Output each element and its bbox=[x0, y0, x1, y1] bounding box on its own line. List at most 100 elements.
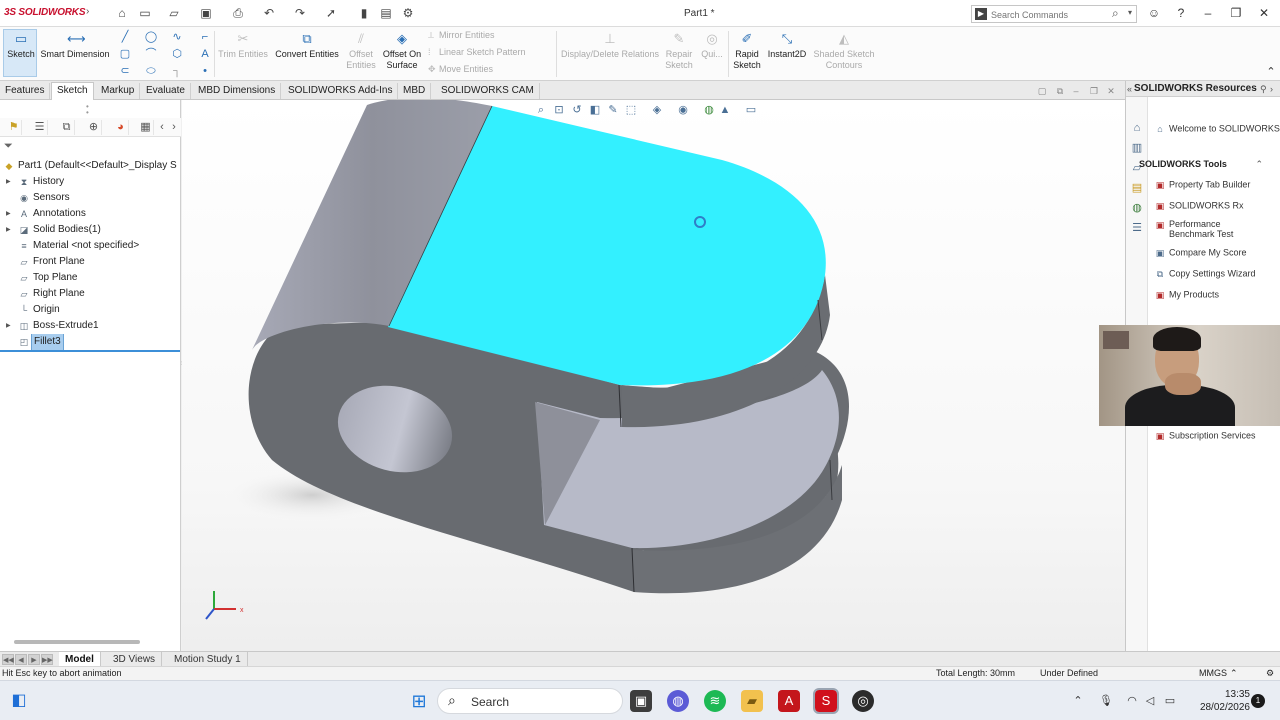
centerline-icon[interactable]: ┐ bbox=[170, 64, 184, 78]
expand-arrow-icon[interactable]: ▶ bbox=[6, 222, 12, 238]
chevron-up-icon[interactable]: ⌃ bbox=[1255, 159, 1263, 170]
print-icon[interactable]: ⎙ bbox=[230, 5, 246, 21]
solidworks-taskbar-icon[interactable]: S bbox=[813, 688, 839, 714]
collapse-left-icon[interactable]: « bbox=[1127, 81, 1137, 96]
tab-3d-views[interactable]: 3D Views bbox=[107, 652, 163, 667]
rapid-sketch-button[interactable]: ✐ Rapid Sketch bbox=[730, 31, 764, 71]
rectangle-icon[interactable]: ▢ bbox=[118, 47, 132, 61]
feature-manager-tab-icon[interactable]: ⚑ bbox=[6, 120, 22, 135]
pin-icon[interactable]: ⚲ bbox=[1260, 81, 1270, 96]
spline-icon[interactable]: ∿ bbox=[170, 30, 184, 44]
display-manager-tab-icon[interactable]: ◕ bbox=[113, 120, 129, 135]
resources-home-icon[interactable]: ⌂ bbox=[1130, 121, 1144, 135]
point-icon[interactable]: • bbox=[198, 64, 212, 78]
rebuild-icon[interactable]: ▮ bbox=[356, 5, 372, 21]
select-icon[interactable]: ➚ bbox=[323, 5, 339, 21]
tree-item-solid-bodies[interactable]: ▶ ◪ Solid Bodies(1) bbox=[0, 222, 181, 238]
vp-minimize-icon[interactable]: – bbox=[1070, 85, 1082, 97]
file-properties-icon[interactable]: ▤ bbox=[378, 5, 394, 21]
widgets-icon[interactable]: ◧ bbox=[8, 690, 30, 712]
acrobat-icon[interactable]: A bbox=[778, 690, 800, 712]
appearances-icon[interactable]: ◍ bbox=[1130, 201, 1144, 215]
instant2d-button[interactable]: ⤡ Instant2D bbox=[764, 31, 810, 60]
tree-item-annotations[interactable]: ▶ A Annotations bbox=[0, 206, 181, 222]
user-account-icon[interactable]: ☺ bbox=[1144, 4, 1164, 22]
spotify-icon[interactable]: ≋ bbox=[704, 690, 726, 712]
vp-restore-icon[interactable]: ❐ bbox=[1088, 85, 1100, 97]
tab-solidworks-add-ins[interactable]: SOLIDWORKS Add-Ins bbox=[283, 83, 399, 99]
design-library-icon[interactable]: ▥ bbox=[1130, 141, 1144, 155]
panel-grip[interactable]: • • bbox=[86, 103, 92, 117]
tab-solidworks-cam[interactable]: SOLIDWORKS CAM bbox=[436, 83, 540, 99]
mirror-entities-button[interactable]: ⟂ Mirror Entities bbox=[428, 30, 495, 41]
copy-settings-wizard-link[interactable]: ⧉ Copy Settings Wizard bbox=[1154, 268, 1256, 280]
property-tab-builder-link[interactable]: ▣ Property Tab Builder bbox=[1154, 179, 1251, 191]
tab-mbd[interactable]: MBD bbox=[398, 83, 432, 99]
collapse-ribbon-icon[interactable]: ⌃ bbox=[1264, 65, 1278, 79]
volume-icon[interactable]: ◁ bbox=[1142, 693, 1158, 709]
show-hidden-icons-icon[interactable]: ⌃ bbox=[1070, 693, 1086, 709]
search-commands[interactable]: ▶ ⌕ ▾ bbox=[971, 5, 1137, 23]
wifi-icon[interactable]: ◠ bbox=[1124, 693, 1140, 709]
smart-dimension-button[interactable]: ⟷ Smart Dimension bbox=[38, 31, 112, 60]
sketch-button[interactable]: ▭ Sketch bbox=[4, 31, 38, 60]
expand-arrow-icon[interactable]: ▶ bbox=[6, 318, 12, 334]
arc-icon[interactable]: ⌒ bbox=[144, 47, 158, 61]
tree-root-part[interactable]: ◆ Part1 (Default<<Default>_Display S bbox=[0, 158, 181, 174]
ellipse-icon[interactable]: ⬭ bbox=[144, 64, 158, 78]
minimize-icon[interactable]: – bbox=[1198, 4, 1218, 22]
close-icon[interactable]: ✕ bbox=[1254, 4, 1274, 22]
save-icon[interactable]: ▣ bbox=[198, 5, 214, 21]
custom-properties-icon[interactable]: ☰ bbox=[1130, 221, 1144, 235]
cam-tab-icon[interactable]: ▦ bbox=[138, 120, 154, 135]
move-entities-button[interactable]: ✥ Move Entities bbox=[428, 64, 493, 75]
vp-close-icon[interactable]: ✕ bbox=[1105, 85, 1117, 97]
linear-sketch-pattern-button[interactable]: ⁞ Linear Sketch Pattern bbox=[428, 47, 526, 57]
property-manager-tab-icon[interactable]: ☰ bbox=[32, 120, 48, 135]
tree-item-fillet3[interactable]: ◰ Fillet3 bbox=[0, 334, 181, 350]
quick-snaps-button[interactable]: ◎ Qui... bbox=[698, 31, 726, 60]
search-commands-input[interactable] bbox=[991, 8, 1111, 21]
battery-icon[interactable]: ▭ bbox=[1162, 693, 1178, 709]
tab-model[interactable]: Model bbox=[59, 652, 101, 667]
scroll-right-icon[interactable]: › bbox=[166, 120, 182, 135]
search-icon[interactable]: ⌕ bbox=[1112, 6, 1119, 21]
configuration-manager-tab-icon[interactable]: ⧉ bbox=[59, 120, 75, 135]
expand-arrow-icon[interactable]: ▶ bbox=[6, 206, 12, 222]
graphics-area[interactable]: ⌕ ⊡ ↺ ◧ ✎ ⬚ ◈ ◉ ◍ ▲ ▭ x bbox=[182, 100, 1125, 651]
sketch-fillet-icon[interactable]: ⌐ bbox=[198, 30, 212, 44]
repair-sketch-button[interactable]: ✎ Repair Sketch bbox=[662, 31, 696, 71]
prev-tab-icon[interactable]: ◀ bbox=[15, 654, 27, 665]
rollback-bar[interactable] bbox=[0, 350, 180, 352]
line-icon[interactable]: ╱ bbox=[118, 30, 132, 44]
task-view-icon[interactable]: ▣ bbox=[630, 690, 652, 712]
new-document-icon[interactable]: ▭ bbox=[137, 5, 153, 21]
polygon-icon[interactable]: ⬡ bbox=[170, 47, 184, 61]
float-icon[interactable]: ⧉ bbox=[1054, 85, 1066, 97]
next-tab-icon[interactable]: ▶ bbox=[28, 654, 40, 665]
taskbar-search[interactable]: ⌕ Search bbox=[437, 688, 623, 714]
tab-features[interactable]: Features bbox=[0, 83, 51, 99]
first-tab-icon[interactable]: ◀◀ bbox=[2, 654, 14, 665]
my-products-link[interactable]: ▣ My Products bbox=[1154, 289, 1219, 301]
task-pane-menu-icon[interactable]: › bbox=[1270, 81, 1280, 96]
tile-icon[interactable]: ▢ bbox=[1036, 85, 1048, 97]
chat-icon[interactable]: ◍ bbox=[667, 690, 689, 712]
unit-system[interactable]: MMGS bbox=[1199, 667, 1227, 680]
welcome-link[interactable]: ⌂ Welcome to SOLIDWORKS bbox=[1154, 123, 1280, 135]
solidworks-tools-section[interactable]: SOLIDWORKS Tools ⌃ bbox=[1139, 159, 1263, 169]
restore-icon[interactable]: ❐ bbox=[1226, 4, 1246, 22]
tab-markup[interactable]: Markup bbox=[96, 83, 141, 99]
menu-expand-icon[interactable]: › bbox=[86, 6, 89, 17]
chrome-icon[interactable]: ◎ bbox=[852, 690, 874, 712]
tab-motion-study[interactable]: Motion Study 1 bbox=[168, 652, 248, 667]
redo-icon[interactable]: ↷ bbox=[292, 5, 308, 21]
tree-item-sensors[interactable]: ◉ Sensors bbox=[0, 190, 181, 206]
compare-my-score-link[interactable]: ▣ Compare My Score bbox=[1154, 247, 1247, 259]
expand-arrow-icon[interactable]: ▶ bbox=[6, 174, 12, 190]
trim-entities-button[interactable]: ✂ Trim Entities bbox=[216, 31, 270, 60]
circle-icon[interactable]: ◯ bbox=[144, 30, 158, 44]
tree-item-right-plane[interactable]: ▱ Right Plane bbox=[0, 286, 181, 302]
horizontal-scrollbar[interactable] bbox=[14, 640, 140, 644]
chevron-up-icon[interactable]: ⌃ bbox=[1230, 667, 1238, 680]
